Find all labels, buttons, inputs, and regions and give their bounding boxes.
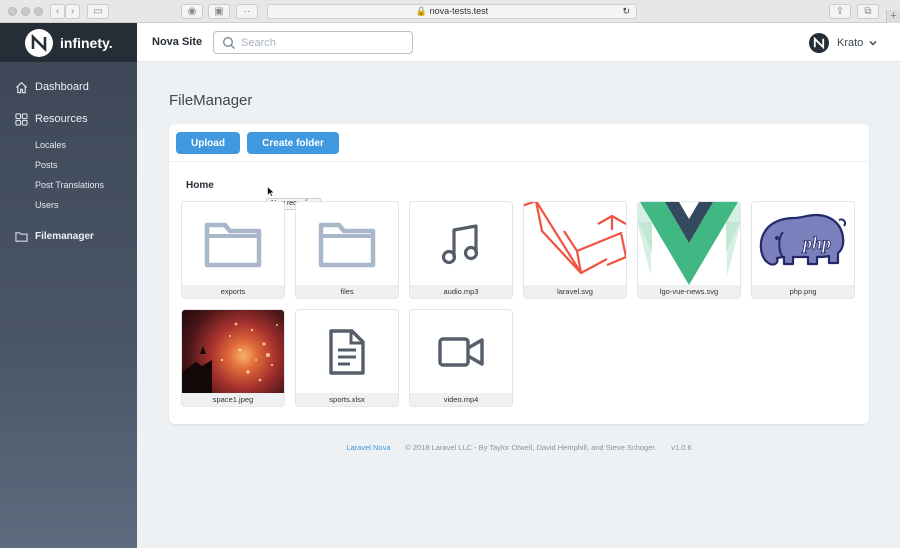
new-tab-icon[interactable]: +	[886, 10, 900, 23]
file-tile-php[interactable]: php php.png	[751, 201, 855, 299]
upload-button[interactable]: Upload	[176, 132, 240, 154]
sidebar: infinety. Dashboard Resources Locales Po…	[0, 23, 137, 548]
extension-icon[interactable]: ◉	[181, 4, 203, 19]
share-icon[interactable]: ⇪	[829, 4, 851, 19]
thumbnail	[296, 202, 398, 285]
extension-icon[interactable]: ▣	[208, 4, 230, 19]
thumbnail	[182, 202, 284, 285]
address-bar[interactable]: 🔒 nova-tests.test ↻	[267, 4, 637, 19]
search-icon	[222, 36, 235, 49]
folder-icon	[204, 222, 262, 267]
footer-separator: ·	[396, 443, 400, 452]
file-name: files	[296, 285, 398, 298]
sidebar-item-users[interactable]: Users	[0, 195, 137, 215]
file-manager-card: Upload Create folder Home New recording …	[169, 124, 869, 424]
user-menu[interactable]: Krato	[809, 33, 878, 53]
breadcrumb[interactable]: Home	[186, 180, 214, 191]
file-tile-audio[interactable]: audio.mp3	[409, 201, 513, 299]
thumbnail	[410, 202, 512, 285]
file-name: video.mp4	[410, 393, 512, 406]
grid-icon	[15, 112, 28, 126]
file-tile-exports[interactable]: exports	[181, 201, 285, 299]
extension-icon[interactable]: ··	[236, 4, 258, 19]
page-title: FileManager	[169, 92, 253, 109]
folder-icon	[15, 231, 28, 242]
search-input[interactable]	[241, 35, 406, 50]
file-tile-space[interactable]: space1.jpeg	[181, 309, 285, 407]
photo-thumbnail	[182, 322, 278, 393]
thumbnail	[638, 202, 740, 285]
mouse-cursor-icon	[267, 186, 275, 197]
laravel-logo-icon	[524, 202, 626, 275]
create-folder-button[interactable]: Create folder	[247, 132, 339, 154]
url-text: nova-tests.test	[429, 6, 489, 16]
zoom-window-dot[interactable]	[34, 7, 43, 16]
file-tile-sports[interactable]: sports.xlsx	[295, 309, 399, 407]
file-name: exports	[182, 285, 284, 298]
file-tile-vue[interactable]: lgo-vue-news.svg	[637, 201, 741, 299]
brand[interactable]: infinety.	[0, 23, 137, 62]
footer-version: v1.0.6	[671, 443, 692, 452]
close-window-dot[interactable]	[8, 7, 17, 16]
thumbnail	[410, 310, 512, 393]
thumbnail	[182, 310, 284, 393]
brand-logo-icon	[25, 28, 53, 57]
file-toolbar: Upload Create folder	[169, 124, 869, 162]
sidebar-item-label: Dashboard	[35, 81, 89, 93]
vue-logo-icon	[638, 202, 740, 285]
minimize-window-dot[interactable]	[21, 7, 30, 16]
site-name[interactable]: Nova Site	[152, 36, 202, 48]
thumbnail	[296, 310, 398, 393]
svg-text:php: php	[801, 233, 831, 253]
video-camera-icon	[438, 336, 484, 367]
sidebar-item-label: Filemanager	[35, 230, 94, 242]
browser-toolbar: ‹ › ▭ ◉ ▣ ·· 🔒 nova-tests.test ↻ ⇪ ⧉ +	[0, 0, 900, 23]
file-name: lgo-vue-news.svg	[638, 285, 740, 298]
sidebar-toggle-icon[interactable]: ▭	[87, 4, 109, 19]
file-tile-laravel[interactable]: laravel.svg	[523, 201, 627, 299]
folder-icon	[318, 222, 376, 267]
thumbnail: php	[752, 202, 854, 285]
music-note-icon	[441, 223, 479, 264]
file-tile-video[interactable]: video.mp4	[409, 309, 513, 407]
file-name: space1.jpeg	[182, 393, 284, 406]
back-icon[interactable]: ‹	[50, 4, 65, 19]
file-name: sports.xlsx	[296, 393, 398, 406]
file-tile-files[interactable]: files	[295, 201, 399, 299]
reload-icon[interactable]: ↻	[622, 5, 630, 18]
lock-icon: 🔒	[415, 6, 428, 16]
file-name: audio.mp3	[410, 285, 512, 298]
sidebar-item-filemanager[interactable]: Filemanager	[0, 226, 137, 246]
thumbnail	[524, 202, 626, 285]
forward-icon[interactable]: ›	[65, 4, 80, 19]
search-box[interactable]	[213, 31, 413, 54]
footer-separator: ·	[662, 443, 666, 452]
sidebar-item-resources[interactable]: Resources	[0, 109, 137, 129]
laravel-nova-link[interactable]: Laravel Nova	[346, 443, 390, 452]
header: Nova Site Krato	[137, 23, 900, 62]
php-elephant-logo-icon: php	[759, 213, 847, 266]
avatar	[809, 33, 829, 53]
footer-copyright: © 2018 Laravel LLC - By Taylor Otwell, D…	[405, 443, 657, 452]
sidebar-item-dashboard[interactable]: Dashboard	[0, 77, 137, 97]
tabs-icon[interactable]: ⧉	[857, 4, 879, 19]
file-name: laravel.svg	[524, 285, 626, 298]
file-name: php.png	[752, 285, 854, 298]
sidebar-item-label: Resources	[35, 113, 88, 125]
home-icon	[15, 81, 28, 93]
document-icon	[329, 328, 365, 375]
sidebar-item-locales[interactable]: Locales	[0, 135, 137, 155]
footer: Laravel Nova · © 2018 Laravel LLC - By T…	[169, 443, 869, 452]
brand-name: infinety.	[60, 34, 113, 51]
user-name: Krato	[837, 37, 864, 49]
chevron-down-icon	[869, 40, 877, 46]
sidebar-item-post-translations[interactable]: Post Translations	[0, 175, 137, 195]
sidebar-item-posts[interactable]: Posts	[0, 155, 137, 175]
